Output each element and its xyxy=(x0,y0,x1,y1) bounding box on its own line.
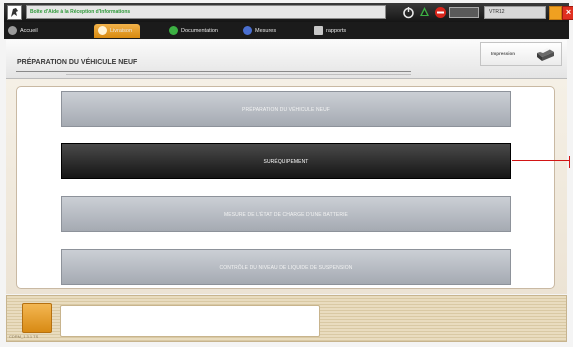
page-header: PRÉPARATION DU VÉHICULE NEUF Impression xyxy=(6,40,567,79)
print-label: Impression xyxy=(491,51,516,56)
selection-indicator-line xyxy=(512,160,570,161)
header-divider xyxy=(66,74,411,75)
peugeot-logo-icon xyxy=(7,5,22,20)
message-field xyxy=(60,305,320,337)
footer-bar: CDRM_1.3.1 TS xyxy=(6,295,567,342)
measure-icon xyxy=(243,26,252,36)
header-divider xyxy=(16,71,411,72)
tab-accueil[interactable]: Accueil xyxy=(8,24,38,38)
delivery-icon xyxy=(98,26,107,36)
close-icon: × xyxy=(565,7,572,17)
vci-status-icon xyxy=(449,7,479,18)
tab-livraison[interactable]: Livraison xyxy=(94,24,141,38)
vehicle-code-field[interactable]: VTR12 xyxy=(484,6,546,19)
selection-indicator-tick xyxy=(569,156,570,168)
tab-label: Accueil xyxy=(20,28,38,34)
vehicle-code: VTR12 xyxy=(489,9,505,15)
minimize-button[interactable] xyxy=(549,6,562,20)
close-button[interactable]: × xyxy=(562,6,573,20)
application-window: Boîte d'Aide à la Réception d'Informatio… xyxy=(0,0,573,347)
report-icon xyxy=(314,26,323,36)
tab-documentation[interactable]: Documentation xyxy=(169,24,218,38)
menu-item-controle-liquide-suspension[interactable]: CONTRÔLE DU NIVEAU DE LIQUIDE DE SUSPENS… xyxy=(61,249,511,285)
menu-item-mesure-charge-batterie[interactable]: MESURE DE L'ÉTAT DE CHARGE D'UNE BATTERI… xyxy=(61,196,511,232)
stop-icon[interactable] xyxy=(434,6,447,19)
tab-bar: Accueil Livraison Documentation Mesures … xyxy=(4,22,569,39)
menu-item-preparation-vehicule-neuf[interactable]: PRÉPARATION DU VÉHICULE NEUF xyxy=(61,91,511,127)
menu-item-surequipement[interactable]: SURÉQUIPEMENT xyxy=(61,143,511,179)
page-title: PRÉPARATION DU VÉHICULE NEUF xyxy=(17,59,138,66)
title-bar: Boîte d'Aide à la Réception d'Informatio… xyxy=(4,3,573,22)
tab-label: Livraison xyxy=(110,28,133,34)
window-title: Boîte d'Aide à la Réception d'Informatio… xyxy=(26,5,386,19)
power-icon[interactable] xyxy=(402,6,415,19)
tab-mesures[interactable]: Mesures xyxy=(243,24,276,38)
print-button[interactable]: Impression xyxy=(480,42,562,66)
home-icon xyxy=(8,26,17,36)
printer-icon xyxy=(534,47,556,68)
footer-action-button[interactable] xyxy=(22,303,52,333)
documentation-icon xyxy=(169,26,178,36)
tab-label: Documentation xyxy=(181,28,218,34)
tab-label: rapports xyxy=(326,28,347,34)
tab-rapports[interactable]: rapports xyxy=(314,24,346,38)
version-label: CDRM_1.3.1 TS xyxy=(9,334,39,339)
tab-label: Mesures xyxy=(255,28,277,34)
recycle-icon[interactable] xyxy=(418,6,431,19)
